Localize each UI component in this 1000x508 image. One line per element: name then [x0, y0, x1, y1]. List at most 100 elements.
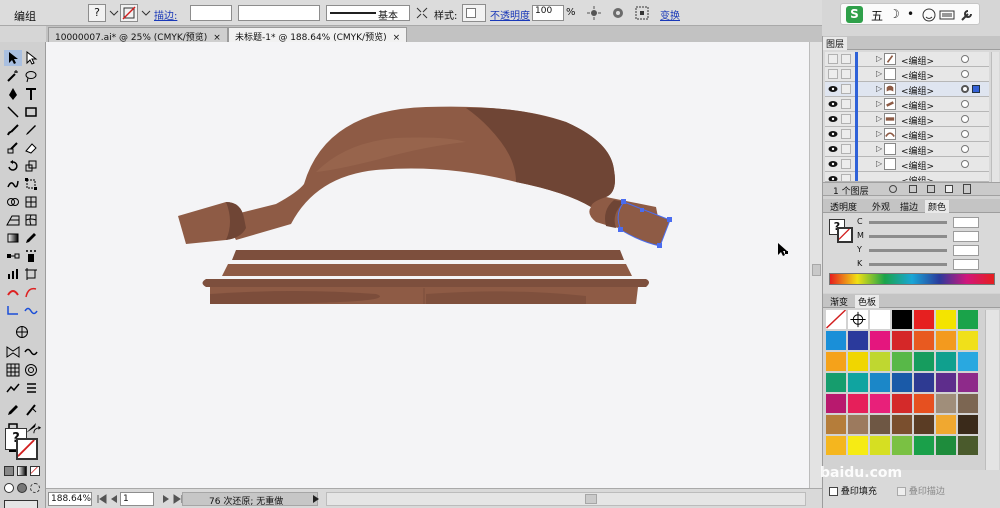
style-swatch[interactable] [462, 4, 486, 22]
artwork[interactable] [46, 42, 809, 488]
magenta-slider[interactable]: M [857, 231, 979, 243]
stroke-profile-dropdown[interactable]: 基本 [326, 5, 410, 22]
tab-swatches[interactable]: 色板 [855, 295, 880, 308]
color-swatch[interactable] [870, 394, 891, 414]
canvas-vertical-scrollbar[interactable] [809, 42, 822, 488]
color-swatch[interactable] [848, 352, 869, 372]
slider-track[interactable] [869, 221, 947, 224]
expand-arrow-icon[interactable]: ▷ [876, 114, 882, 123]
color-swatch[interactable] [914, 373, 935, 393]
color-swatch[interactable] [914, 310, 935, 330]
color-swatch[interactable] [914, 352, 935, 372]
draw-inside-icon[interactable] [30, 483, 40, 493]
color-swatch[interactable] [848, 373, 869, 393]
live-paint-tool-icon[interactable] [22, 194, 40, 210]
channel-value-field[interactable] [953, 231, 979, 242]
screen-mode-icon[interactable] [4, 500, 38, 508]
eye-icon[interactable] [828, 84, 838, 94]
target-circle-icon[interactable] [961, 115, 969, 123]
color-swatch[interactable] [914, 394, 935, 414]
color-swatch[interactable] [936, 352, 957, 372]
lock-toggle[interactable] [841, 129, 851, 139]
slider-track[interactable] [869, 263, 947, 266]
chevron-down-icon[interactable] [138, 5, 154, 21]
pencil-tool-icon[interactable] [22, 122, 40, 138]
color-swatch[interactable] [870, 373, 891, 393]
dot-icon[interactable]: • [907, 7, 914, 21]
status-menu-arrow-icon[interactable] [308, 491, 324, 507]
color-swatch[interactable] [958, 331, 979, 351]
color-swatch[interactable] [936, 310, 957, 330]
transform-link[interactable]: 变换 [660, 7, 680, 22]
expand-arrow-icon[interactable]: ▷ [876, 69, 882, 78]
fill-swatch[interactable]: ? [88, 4, 106, 22]
paintbrush-tool-icon[interactable] [4, 122, 22, 138]
color-swatch[interactable] [936, 436, 957, 456]
color-swatch[interactable] [892, 310, 913, 330]
eye-icon[interactable] [828, 144, 838, 154]
tab-appearance[interactable]: 外观 [869, 200, 893, 213]
shape-builder-tool-icon[interactable] [4, 194, 22, 210]
target-circle-icon[interactable] [961, 100, 969, 108]
layer-row[interactable]: ▷ <编组> [825, 112, 989, 127]
visibility-toggle[interactable] [828, 69, 838, 79]
gradient-tool-icon[interactable] [4, 230, 22, 246]
color-swatch[interactable] [958, 394, 979, 414]
color-swatch[interactable] [848, 394, 869, 414]
blend-tool-icon[interactable] [4, 248, 22, 264]
smooth-tool-icon[interactable] [22, 302, 40, 318]
curvature-tool-icon[interactable] [4, 302, 22, 318]
line-tool-icon[interactable] [4, 104, 22, 120]
overprint-fill-checkbox[interactable] [829, 487, 838, 496]
tab-document-2[interactable]: 未标题-1* @ 188.64% (CMYK/预览) × [228, 27, 408, 43]
shape-options-icon[interactable] [414, 5, 430, 21]
tab-gradient[interactable]: 渐变 [827, 295, 851, 308]
color-swatch[interactable] [848, 415, 869, 435]
zoom-field[interactable]: 188.64% [48, 492, 92, 506]
lock-toggle[interactable] [841, 69, 851, 79]
expand-arrow-icon[interactable]: ▷ [876, 144, 882, 153]
color-swatch[interactable] [870, 352, 891, 372]
color-swatch[interactable] [826, 394, 847, 414]
tab-transparency[interactable]: 透明度 [827, 200, 860, 213]
color-swatch[interactable] [936, 415, 957, 435]
rectangle-tool-icon[interactable] [22, 104, 40, 120]
target-circle-icon[interactable] [961, 70, 969, 78]
lock-toggle[interactable] [841, 174, 851, 181]
registration-swatch[interactable] [848, 310, 869, 330]
target-circle-icon[interactable] [961, 130, 969, 138]
lock-toggle[interactable] [841, 84, 851, 94]
color-swatch[interactable] [914, 436, 935, 456]
color-swatch[interactable] [826, 373, 847, 393]
layer-row[interactable]: ▷ <编组> [825, 127, 989, 142]
stroke-indicator[interactable] [16, 438, 38, 460]
color-swatch[interactable] [870, 331, 891, 351]
type-tool-icon[interactable] [22, 86, 40, 102]
new-layer-icon[interactable] [945, 185, 953, 193]
measure-tool-icon[interactable] [4, 402, 22, 418]
column-graph-tool-icon[interactable] [4, 266, 22, 282]
layer-row[interactable]: <编组> [825, 172, 989, 182]
layer-row[interactable]: ▷ <编组> [825, 67, 989, 82]
expand-arrow-icon[interactable]: ▷ [876, 54, 882, 63]
selection-indicator[interactable] [972, 85, 980, 93]
target-crosshair-icon[interactable] [13, 324, 31, 340]
eye-icon[interactable] [828, 129, 838, 139]
swap-fill-stroke-icon[interactable] [33, 426, 42, 438]
mesh-tool-icon[interactable] [22, 212, 40, 228]
none-swatch[interactable] [826, 310, 847, 330]
color-swatch[interactable] [848, 436, 869, 456]
artboard-canvas[interactable] [46, 42, 809, 488]
pen-tool-icon[interactable] [4, 86, 22, 102]
blob-brush-tool-icon[interactable] [4, 140, 22, 156]
trash-icon[interactable] [963, 184, 971, 194]
channel-value-field[interactable] [953, 245, 979, 256]
color-swatch[interactable] [892, 436, 913, 456]
eraser-tool-icon[interactable] [22, 140, 40, 156]
yellow-slider[interactable]: Y [857, 245, 979, 257]
new-sublayer-icon[interactable] [927, 185, 935, 193]
expand-arrow-icon[interactable]: ▷ [876, 129, 882, 138]
slider-track[interactable] [869, 235, 947, 238]
opacity-link[interactable]: 不透明度 [490, 7, 530, 22]
color-swatch[interactable] [892, 415, 913, 435]
